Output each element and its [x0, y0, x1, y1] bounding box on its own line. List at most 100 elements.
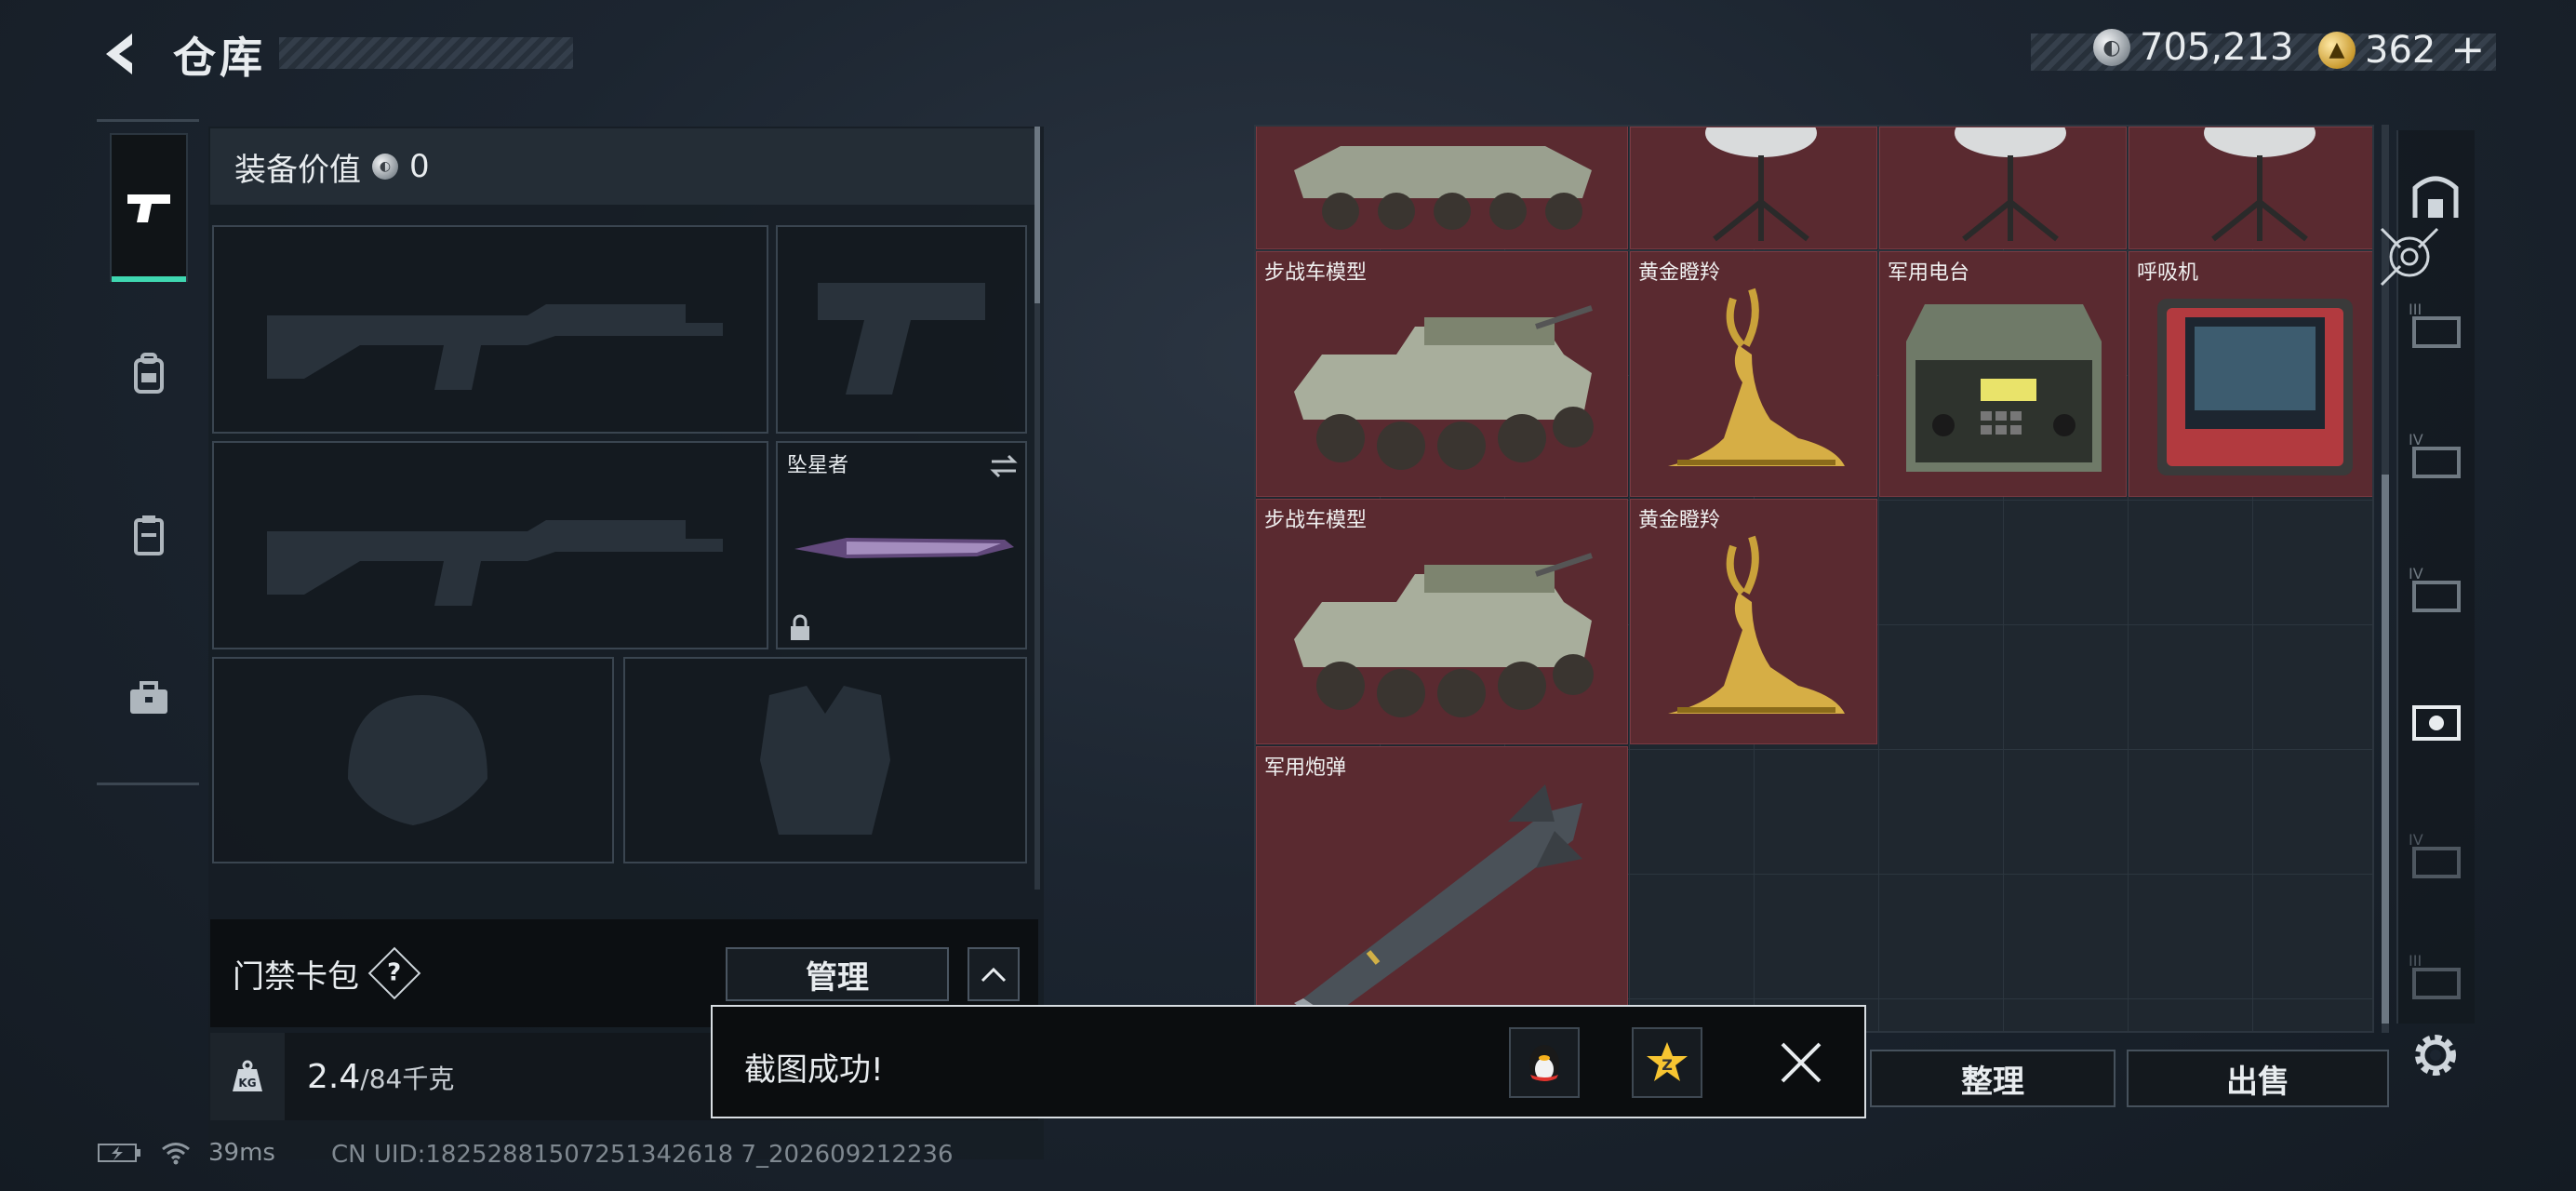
melee-item-name: 坠星者	[787, 454, 849, 477]
helmet-silhouette-icon	[348, 695, 487, 825]
sort-button[interactable]: 整理	[1870, 1050, 2116, 1107]
storage-item-ventilator[interactable]: 呼吸机	[2129, 251, 2372, 497]
share-qzone-button[interactable]: Z	[1632, 1027, 1702, 1098]
empty-grid-cell[interactable]	[2253, 750, 2372, 875]
empty-grid-cell[interactable]	[1879, 875, 2004, 999]
equipment-scroll-thumb[interactable]	[1034, 127, 1040, 303]
empty-grid-cell[interactable]	[2129, 625, 2253, 750]
empty-grid-cell[interactable]	[2129, 750, 2253, 875]
storage-grid: 步战车模型 黄金瞪羚 军用电台 呼吸机 步战车模型 黄金瞪羚 军用炮弹	[1254, 125, 2374, 1033]
empty-grid-cell[interactable]	[1879, 750, 2004, 875]
empty-grid-cell[interactable]	[2253, 999, 2372, 1031]
svg-text:KG: KG	[238, 1077, 256, 1090]
svg-text:IV: IV	[2409, 431, 2423, 448]
primary-weapon-slot[interactable]	[212, 225, 768, 434]
storage-crate-icon: IV	[2409, 831, 2461, 878]
keycard-collapse-button[interactable]	[968, 947, 1020, 1001]
storage-item-dish-3[interactable]	[2129, 127, 2372, 249]
screenshot-toast: 截图成功! Z	[711, 1005, 1866, 1118]
empty-grid-cell[interactable]	[1630, 750, 1755, 875]
empty-grid-cell[interactable]	[1879, 625, 2004, 750]
melee-slot[interactable]: 坠星者	[776, 441, 1027, 649]
weight-readout: 2.4/84千克	[307, 1058, 454, 1096]
storage-item-military-radio[interactable]: 军用电台	[1879, 251, 2127, 497]
ifv-model-icon	[1294, 553, 1594, 717]
storage-tab-6-active[interactable]	[2402, 664, 2469, 776]
close-icon[interactable]	[1771, 1033, 1831, 1092]
empty-grid-cell[interactable]	[2004, 999, 2129, 1031]
empty-grid-cell[interactable]	[1755, 750, 1879, 875]
add-currency-button[interactable]: +	[2450, 26, 2485, 74]
storage-item-ifv-model[interactable]: 步战车模型	[1256, 251, 1628, 497]
golden-gazelle-icon	[1668, 535, 1845, 714]
status-bar: 39ms	[97, 1139, 275, 1167]
empty-grid-cell[interactable]	[2004, 501, 2129, 625]
silver-currency-value: 705,213	[2140, 26, 2294, 69]
empty-grid-cell[interactable]	[2004, 875, 2129, 999]
storage-scroll-thumb[interactable]	[2382, 475, 2389, 1024]
svg-text:III: III	[2409, 301, 2422, 318]
storage-item-vehicle-partial[interactable]	[1256, 127, 1628, 249]
manage-button[interactable]: 管理	[726, 947, 949, 1001]
battery-charging-icon	[98, 1144, 140, 1162]
pistol-slot[interactable]	[776, 225, 1027, 434]
storage-tab-3[interactable]: III	[2402, 270, 2469, 381]
rail-tab-backpack[interactable]	[110, 299, 188, 448]
keycard-label: 门禁卡包	[233, 957, 359, 996]
storage-tab-5[interactable]: IV	[2402, 534, 2469, 646]
satellite-dish-icon	[1955, 127, 2066, 242]
user-uid: CN UID:18252881507251342618 7_2026092122…	[331, 1141, 954, 1169]
helmet-slot[interactable]	[212, 657, 614, 863]
storage-item-artillery-shell[interactable]: 军用炮弹	[1256, 746, 1628, 1031]
storage-item-dish-2[interactable]	[1879, 127, 2127, 249]
storage-crate-icon: IV	[2409, 431, 2461, 478]
storage-crate-icon	[2412, 705, 2461, 741]
storage-tab-7[interactable]: IV	[2402, 800, 2469, 912]
satellite-dish-icon	[1705, 127, 1817, 242]
toolbox-icon	[130, 681, 167, 714]
weight-capacity: /84千克	[360, 1063, 455, 1094]
rail-tab-tools[interactable]	[110, 624, 188, 773]
wifi-icon	[162, 1143, 190, 1165]
storage-item-dish-1[interactable]	[1630, 127, 1877, 249]
storage-crate-icon: III	[2409, 952, 2461, 999]
equipment-value-amount: 0	[409, 148, 430, 185]
secondary-weapon-slot[interactable]	[212, 441, 768, 649]
armor-slot[interactable]	[623, 657, 1027, 863]
empty-grid-cell[interactable]	[2129, 875, 2253, 999]
help-icon: ?	[387, 959, 402, 987]
storage-item-golden-gazelle[interactable]: 黄金瞪羚	[1630, 251, 1877, 497]
empty-grid-cell[interactable]	[2004, 750, 2129, 875]
storage-tab-4[interactable]: IV	[2402, 400, 2469, 512]
chevron-left-icon[interactable]	[93, 26, 149, 82]
sell-button[interactable]: 出售	[2127, 1050, 2389, 1107]
empty-grid-cell[interactable]	[1755, 875, 1879, 999]
golden-gazelle-icon	[1668, 288, 1845, 466]
empty-grid-cell[interactable]	[2004, 625, 2129, 750]
rail-tab-armor[interactable]	[110, 461, 188, 609]
rail-tab-weapons[interactable]	[110, 133, 188, 282]
swap-arrows-icon[interactable]	[988, 452, 1020, 480]
keycard-help-button[interactable]: ?	[367, 946, 421, 1000]
category-rail	[97, 119, 199, 785]
ifv-model-icon	[1294, 305, 1594, 470]
storage-tab-8[interactable]: III	[2402, 921, 2469, 1033]
empty-grid-cell[interactable]	[1630, 875, 1755, 999]
empty-grid-cell[interactable]	[2129, 999, 2253, 1031]
empty-grid-cell[interactable]	[1879, 999, 2004, 1031]
empty-grid-cell[interactable]	[2253, 501, 2372, 625]
storage-crate-icon: III	[2409, 301, 2461, 348]
vest-silhouette-icon	[760, 686, 890, 835]
gear-icon[interactable]	[2404, 1024, 2467, 1087]
storage-crate-icon: IV	[2409, 565, 2461, 612]
empty-grid-cell[interactable]	[2129, 501, 2253, 625]
storage-item-golden-gazelle[interactable]: 黄金瞪羚	[1630, 499, 1877, 744]
kg-weight-icon: KG	[233, 1060, 262, 1091]
empty-grid-cell[interactable]	[1879, 501, 2004, 625]
pistol-icon	[127, 194, 170, 222]
storage-item-ifv-model[interactable]: 步战车模型	[1256, 499, 1628, 744]
empty-grid-cell[interactable]	[2253, 625, 2372, 750]
backpack-icon	[134, 353, 164, 394]
empty-grid-cell[interactable]	[2253, 875, 2372, 999]
share-qq-button[interactable]	[1509, 1027, 1580, 1098]
